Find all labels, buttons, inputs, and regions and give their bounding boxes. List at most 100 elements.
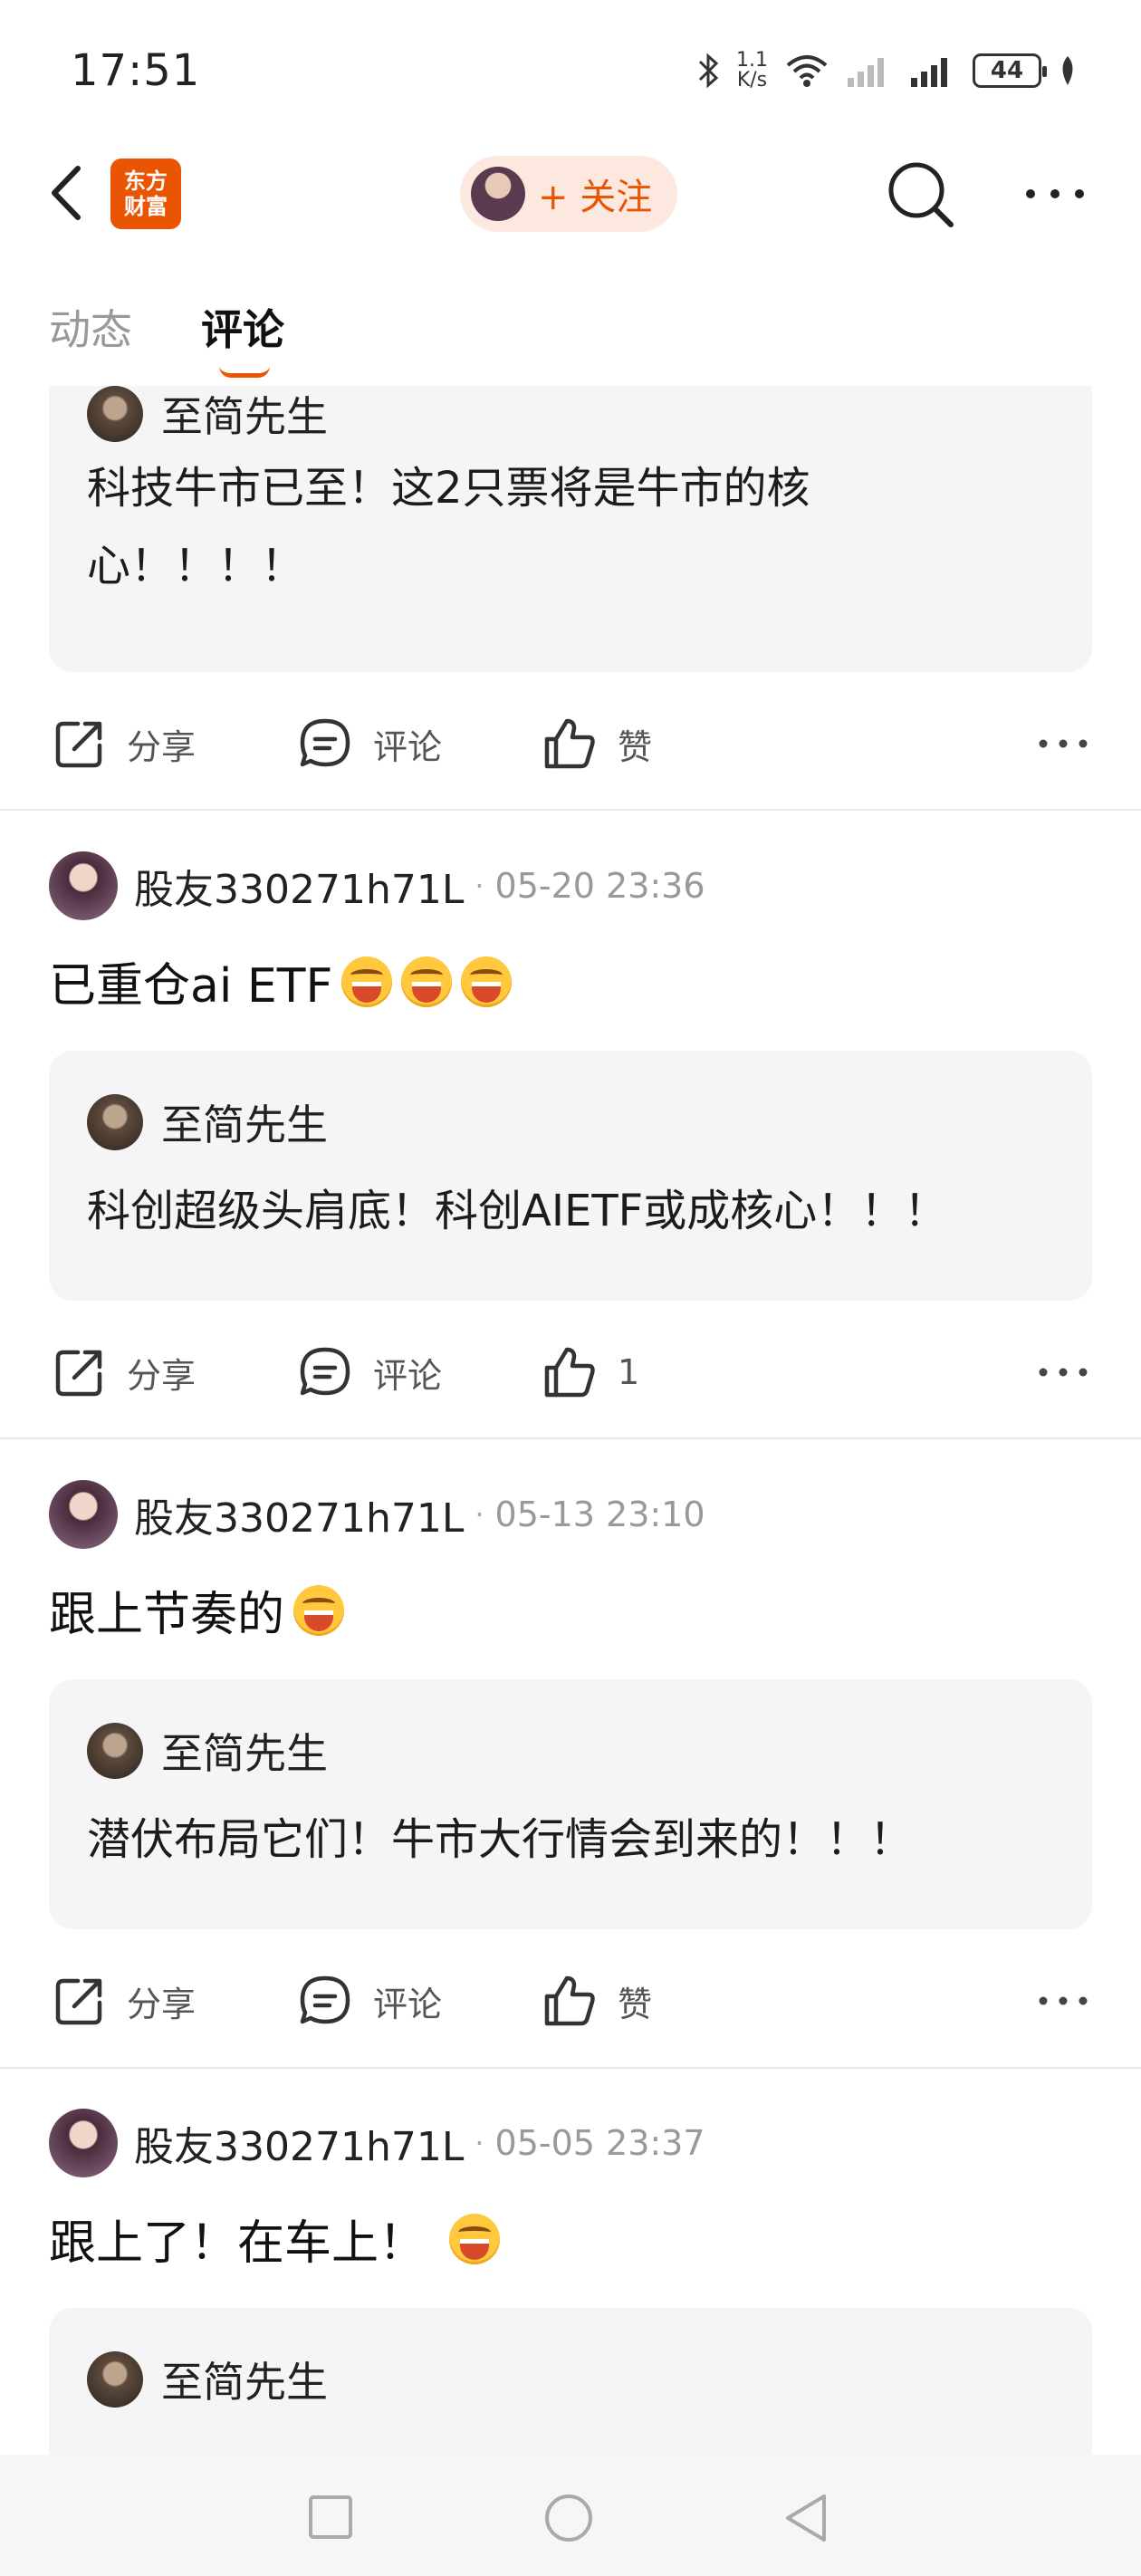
action-bar: 分享 评论 1 <box>0 1331 1141 1413</box>
logo-line1: 东方 <box>124 168 168 194</box>
nav-circle-icon[interactable] <box>543 2493 594 2543</box>
back-arrow-icon[interactable] <box>45 161 91 225</box>
search-icon[interactable] <box>886 159 954 228</box>
username[interactable]: 股友330271h71L <box>134 2114 464 2172</box>
share-label: 分享 <box>127 1984 197 2024</box>
active-tab-indicator <box>219 366 270 378</box>
quote-text-line1: 科技牛市已至！这2只票将是牛市的核 <box>87 463 810 514</box>
comment-icon <box>300 1975 350 2024</box>
more-dots-icon[interactable] <box>1038 1987 1088 2014</box>
avatar <box>87 1723 143 1779</box>
status-icons: 1.1 K/s 44 <box>696 43 1078 98</box>
comment-button[interactable]: 评论 <box>297 1960 442 2042</box>
comment-header: 股友330271h71L · 05-05 23:37 <box>49 2109 705 2177</box>
quote-author: 至简先生 <box>87 2350 328 2409</box>
like-count: 赞 <box>618 726 653 767</box>
battery-icon: 44 <box>973 53 1047 88</box>
separator-dot: · <box>475 1497 484 1532</box>
quoted-post[interactable]: 至简先生 <box>49 2308 1092 2455</box>
avatar[interactable] <box>49 2109 118 2177</box>
like-count: 1 <box>618 1352 640 1392</box>
laughing-emoji-icon <box>341 956 393 1007</box>
laughing-emoji-icon <box>401 956 453 1007</box>
post-date: 05-13 23:10 <box>494 1495 705 1534</box>
username[interactable]: 股友330271h71L <box>134 857 464 915</box>
avatar <box>87 1094 143 1150</box>
net-speed: 1.1 K/s <box>736 51 768 91</box>
comment-text-body: 跟上了！在车上！ <box>49 2216 427 2271</box>
like-thumb-icon <box>544 718 595 769</box>
nav-triangle-icon[interactable] <box>782 2493 829 2543</box>
signal-icon <box>848 58 884 87</box>
comment-text: 跟上节奏的 <box>49 1576 345 1644</box>
share-button[interactable]: 分享 <box>53 1331 196 1413</box>
separator-dot: · <box>475 869 484 903</box>
avatar <box>471 167 525 221</box>
username[interactable]: 股友330271h71L <box>134 1485 464 1543</box>
quoted-post[interactable]: 至简先生 科技牛市已至！这2只票将是牛市的核 心！！！！ <box>49 386 1092 672</box>
laughing-emoji-icon <box>461 956 513 1007</box>
wifi-icon <box>786 55 828 87</box>
signal-icon <box>911 58 947 87</box>
avatar[interactable] <box>49 851 118 920</box>
comment-text-body: 跟上节奏的 <box>49 1588 285 1642</box>
share-label: 分享 <box>127 726 197 767</box>
divider <box>0 809 1141 811</box>
post-date: 05-20 23:36 <box>494 866 705 906</box>
more-dots-icon[interactable] <box>1038 730 1088 757</box>
like-button[interactable]: 赞 <box>542 1960 652 2042</box>
status-bar: 17:51 1.1 K/s 44 <box>0 0 1141 136</box>
follow-button[interactable]: + 关注 <box>460 156 677 232</box>
nav-square-icon[interactable] <box>308 2494 353 2540</box>
avatar[interactable] <box>49 1480 118 1549</box>
comment-feed[interactable]: 至简先生 科技牛市已至！这2只票将是牛市的核 心！！！！ 分享 评论 赞 股友3… <box>0 386 1141 2455</box>
quote-text: 科创超级头肩底！科创AIETF或成核心！！！ <box>87 1186 948 1236</box>
separator-dot: · <box>475 2126 484 2160</box>
share-icon <box>55 1978 102 2025</box>
more-dots-icon[interactable] <box>1023 178 1087 210</box>
follow-label: + 关注 <box>538 177 653 218</box>
bluetooth-icon <box>698 53 719 89</box>
comment-icon <box>300 718 350 767</box>
leaf-icon <box>1062 56 1073 85</box>
net-speed-unit: K/s <box>736 69 768 91</box>
comment-label: 评论 <box>373 726 443 767</box>
like-button[interactable]: 赞 <box>542 703 652 784</box>
comment-label: 评论 <box>373 1355 443 1396</box>
comment-text: 跟上了！在车上！ <box>49 2205 501 2273</box>
tab-dynamic[interactable]: 动态 <box>49 297 132 357</box>
more-dots-icon[interactable] <box>1038 1359 1088 1386</box>
tab-comment[interactable]: 评论 <box>201 297 284 357</box>
avatar <box>87 2351 143 2408</box>
quoted-post[interactable]: 至简先生 科创超级头肩底！科创AIETF或成核心！！！ <box>49 1051 1092 1301</box>
quoted-post[interactable]: 至简先生 潜伏布局它们！牛市大行情会到来的！！！ <box>49 1679 1092 1929</box>
share-button[interactable]: 分享 <box>53 703 196 784</box>
share-icon <box>55 1350 102 1397</box>
comment-button[interactable]: 评论 <box>297 703 442 784</box>
comment-label: 评论 <box>373 1984 443 2024</box>
like-thumb-icon <box>544 1347 595 1398</box>
like-thumb-icon <box>544 1975 595 2026</box>
quote-author-name: 至简先生 <box>161 2358 328 2407</box>
action-bar: 分享 评论 赞 <box>0 703 1141 784</box>
eastmoney-logo[interactable]: 东方 财富 <box>110 159 181 229</box>
comment-icon <box>300 1347 350 1396</box>
quote-text: 科技牛市已至！这2只票将是牛市的核 心！！！！ <box>87 449 1011 605</box>
divider <box>0 2067 1141 2069</box>
like-button[interactable]: 1 <box>542 1331 639 1413</box>
share-button[interactable]: 分享 <box>53 1960 196 2042</box>
divider <box>0 1437 1141 1439</box>
system-navigation-bar <box>0 2455 1141 2576</box>
quote-author: 至简先生 <box>87 1721 328 1781</box>
tab-bar: 动态 评论 <box>0 272 1141 378</box>
net-speed-value: 1.1 <box>736 49 768 72</box>
laughing-emoji-icon <box>293 1584 345 1636</box>
comment-button[interactable]: 评论 <box>297 1331 442 1413</box>
share-label: 分享 <box>127 1355 197 1396</box>
quote-text-line2: 心！！！！ <box>87 541 305 591</box>
share-icon <box>55 721 102 768</box>
quote-text: 潜伏布局它们！牛市大行情会到来的！！！ <box>87 1814 914 1865</box>
quote-author-name: 至简先生 <box>161 392 328 441</box>
action-bar: 分享 评论 赞 <box>0 1960 1141 2042</box>
avatar <box>87 386 143 442</box>
